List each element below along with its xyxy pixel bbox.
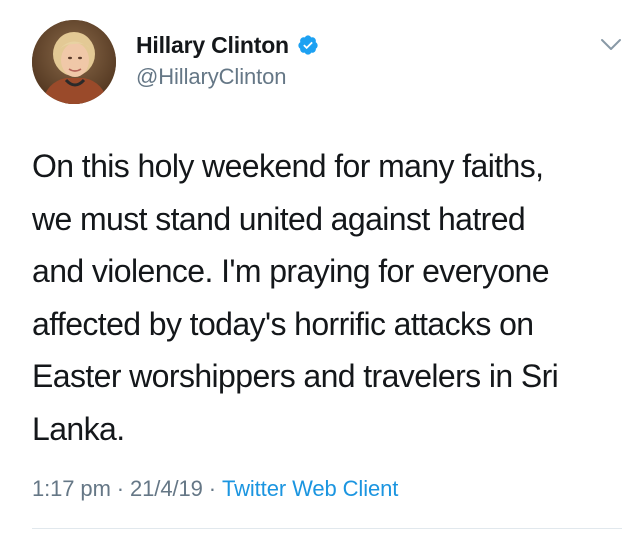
tweet-text-line: and violence. I'm praying for everyone [32, 253, 550, 289]
verified-badge-icon [297, 34, 319, 56]
tweet-time[interactable]: 1:17 pm [32, 476, 111, 501]
tweet-date[interactable]: 21/4/19 [130, 476, 203, 501]
display-name-row: Hillary Clinton [136, 30, 319, 60]
tweet-meta: 1:17 pm · 21/4/19 · Twitter Web Client [32, 476, 398, 502]
meta-separator: · [116, 476, 125, 501]
chevron-down-icon[interactable] [600, 38, 622, 52]
meta-separator: · [208, 476, 216, 501]
tweet-text-line: affected by today's horrific attacks on [32, 305, 534, 342]
tweet-card: Hillary Clinton @HillaryClinton On this … [0, 0, 640, 538]
tweet-text-line: we must stand united against hatred [32, 200, 526, 237]
avatar[interactable] [32, 20, 116, 104]
tweet-text: On this holy weekend for many faiths, we… [32, 140, 612, 455]
tweet-text-line: On this holy weekend for many faiths, [32, 148, 544, 184]
tweet-source-link[interactable]: Twitter Web Client [222, 476, 398, 501]
tweet-text-line: Lanka. [32, 410, 125, 447]
tweet-text-line: Easter worshippers and travelers in Sri [32, 358, 559, 394]
divider [32, 528, 622, 529]
display-name[interactable]: Hillary Clinton [136, 32, 289, 59]
author-handle[interactable]: @HillaryClinton [136, 64, 319, 90]
author-names: Hillary Clinton @HillaryClinton [136, 30, 319, 90]
tweet-header: Hillary Clinton @HillaryClinton [32, 20, 622, 110]
